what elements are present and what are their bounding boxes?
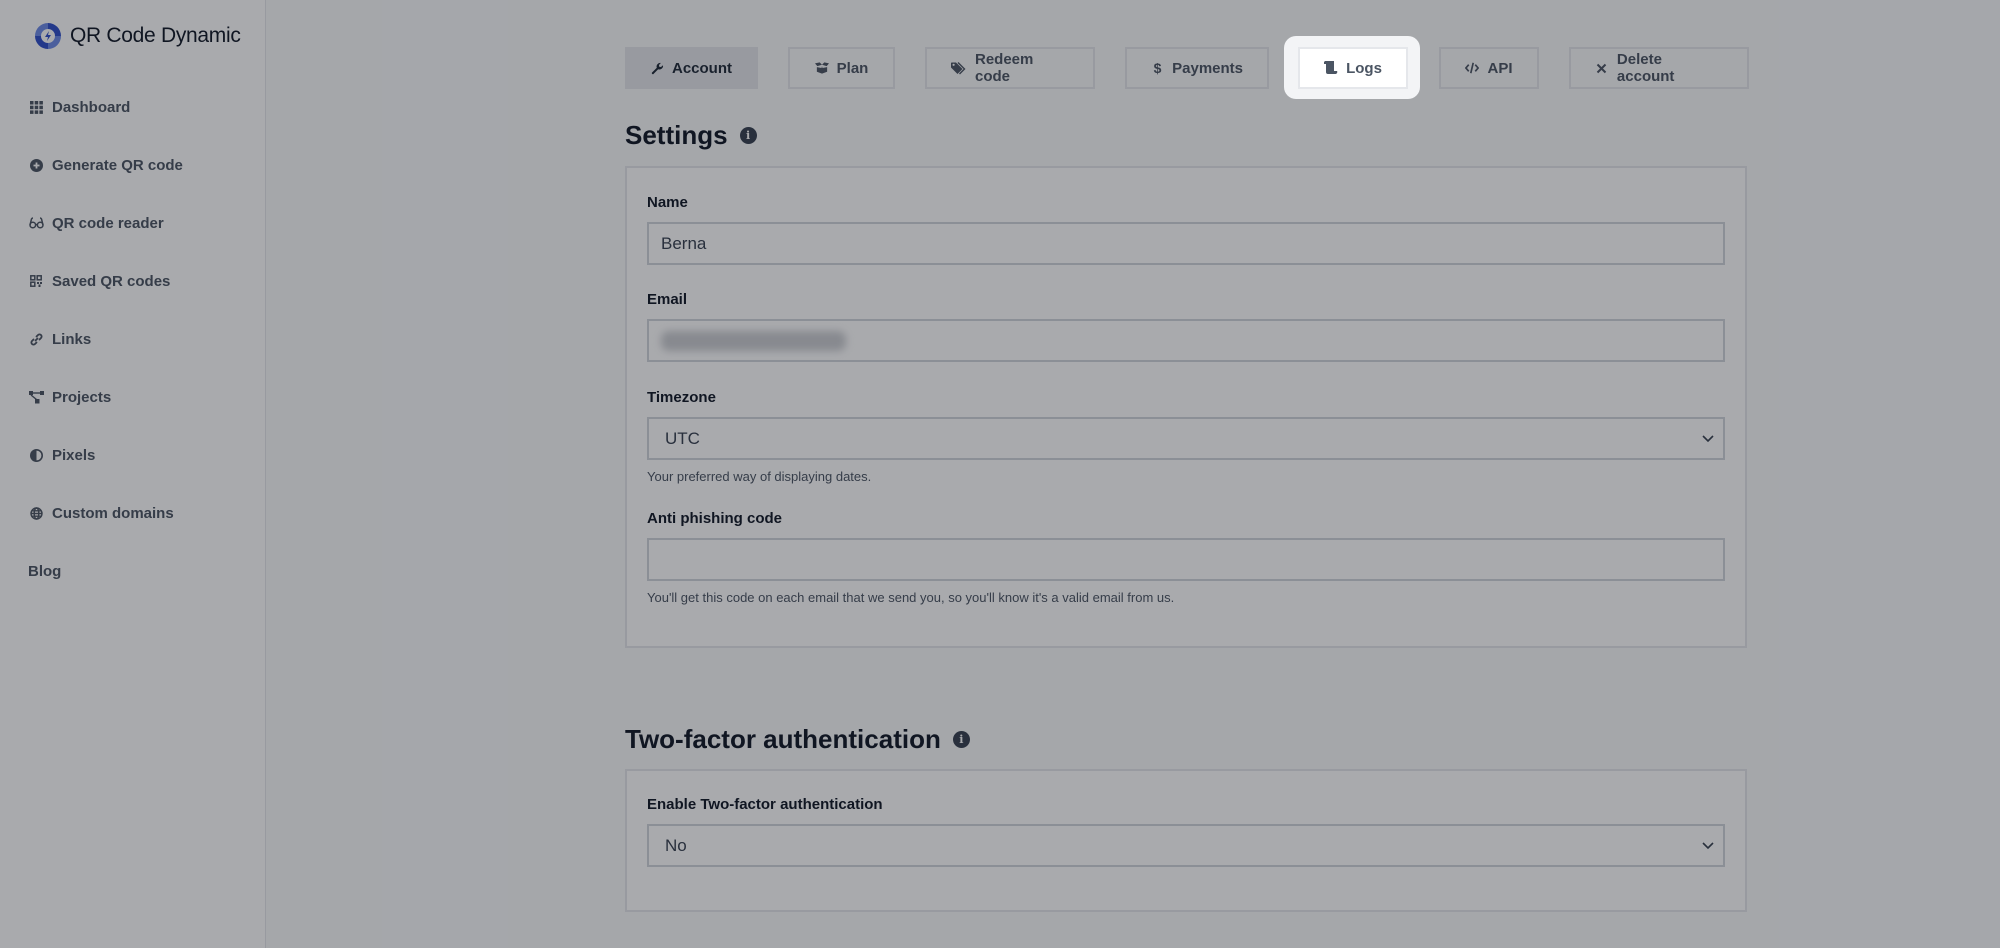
project-diagram-icon bbox=[28, 389, 44, 405]
tags-icon bbox=[951, 61, 967, 75]
code-icon bbox=[1465, 61, 1480, 75]
name-input[interactable]: Berna bbox=[647, 222, 1725, 265]
anti-phishing-field: Anti phishing code You'll get this code … bbox=[647, 510, 1725, 605]
times-icon bbox=[1595, 61, 1609, 75]
tab-payments[interactable]: $ Payments bbox=[1125, 47, 1269, 89]
brand-name: QR Code Dynamic bbox=[70, 24, 241, 47]
tab-label: Payments bbox=[1172, 59, 1243, 77]
sidebar-nav: Dashboard Generate QR code QR code reade… bbox=[28, 78, 183, 600]
sidebar-item-qr-code-reader[interactable]: QR code reader bbox=[28, 194, 183, 252]
settings-title: Settings bbox=[625, 120, 728, 150]
email-label: Email bbox=[647, 291, 688, 308]
sidebar-item-generate-qr-code[interactable]: Generate QR code bbox=[28, 136, 183, 194]
two-factor-card: Enable Two-factor authentication No bbox=[625, 769, 1747, 912]
sidebar: QR Code Dynamic Dashboard Generate QR co… bbox=[0, 0, 266, 948]
sidebar-item-label: Dashboard bbox=[52, 98, 131, 116]
two-factor-title: Two-factor authentication bbox=[625, 724, 941, 754]
chevron-down-icon bbox=[1702, 842, 1714, 850]
anti-phishing-help: You'll get this code on each email that … bbox=[647, 590, 1175, 605]
info-icon[interactable]: i bbox=[739, 127, 757, 144]
email-input[interactable] bbox=[647, 319, 1725, 362]
timezone-value: UTC bbox=[665, 428, 700, 448]
tab-account[interactable]: Account bbox=[625, 47, 758, 89]
tab-redeem-code[interactable]: Redeem code bbox=[925, 47, 1095, 89]
anti-phishing-label: Anti phishing code bbox=[647, 510, 782, 527]
glasses-icon bbox=[28, 215, 44, 231]
timezone-help: Your preferred way of displaying dates. bbox=[647, 469, 872, 484]
tab-label: Plan bbox=[836, 59, 869, 77]
tab-delete-account[interactable]: Delete account bbox=[1569, 47, 1749, 89]
settings-card: Name Berna Email Timezone UTC Your prefe… bbox=[625, 166, 1747, 648]
scroll-icon bbox=[1324, 61, 1338, 75]
qrcode-icon bbox=[28, 273, 44, 289]
dollar-icon: $ bbox=[1153, 60, 1162, 76]
email-value-redacted bbox=[661, 330, 846, 351]
tab-label: Redeem code bbox=[975, 51, 1034, 85]
brand-logo[interactable]: QR Code Dynamic bbox=[32, 20, 241, 52]
link-icon bbox=[28, 331, 44, 347]
sidebar-item-links[interactable]: Links bbox=[28, 310, 183, 368]
two-factor-select[interactable]: No bbox=[647, 824, 1725, 867]
adjust-icon bbox=[28, 447, 44, 463]
tab-label: Delete account bbox=[1616, 51, 1675, 85]
sidebar-item-label: Custom domains bbox=[52, 504, 174, 522]
grid-icon bbox=[28, 99, 44, 115]
sidebar-item-label: Links bbox=[52, 330, 92, 348]
two-factor-field: Enable Two-factor authentication No bbox=[647, 796, 1725, 867]
name-field: Name Berna bbox=[647, 194, 1725, 265]
chevron-down-icon bbox=[1702, 435, 1714, 443]
globe-icon bbox=[28, 505, 44, 521]
timezone-select[interactable]: UTC bbox=[647, 417, 1725, 460]
plus-circle-icon bbox=[28, 157, 44, 173]
name-label: Name bbox=[647, 194, 688, 211]
settings-heading: Settings i bbox=[625, 120, 757, 151]
timezone-label: Timezone bbox=[647, 389, 716, 406]
sidebar-item-pixels[interactable]: Pixels bbox=[28, 426, 183, 484]
box-open-icon bbox=[814, 61, 829, 75]
two-factor-value: No bbox=[665, 835, 687, 855]
sidebar-item-label: Generate QR code bbox=[52, 156, 183, 174]
tab-label: API bbox=[1487, 59, 1513, 77]
sidebar-item-label: Blog bbox=[28, 562, 62, 580]
wrench-icon bbox=[651, 61, 664, 75]
two-factor-label: Enable Two-factor authentication bbox=[647, 796, 883, 813]
sidebar-item-label: Pixels bbox=[52, 446, 96, 464]
sidebar-item-projects[interactable]: Projects bbox=[28, 368, 183, 426]
sidebar-item-label: QR code reader bbox=[52, 214, 164, 232]
qr-dynamic-logo-icon bbox=[35, 23, 61, 49]
anti-phishing-input[interactable] bbox=[647, 538, 1725, 581]
tab-logs-highlighted[interactable]: Logs bbox=[1298, 47, 1408, 89]
sidebar-item-label: Projects bbox=[52, 388, 112, 406]
sidebar-item-custom-domains[interactable]: Custom domains bbox=[28, 484, 183, 542]
tab-api[interactable]: API bbox=[1439, 47, 1539, 89]
sidebar-item-dashboard[interactable]: Dashboard bbox=[28, 78, 183, 136]
email-field: Email bbox=[647, 291, 1725, 362]
account-tabs: Account Plan Redeem code $ Payments Logs bbox=[625, 47, 1749, 89]
tab-label: Account bbox=[672, 59, 732, 77]
info-icon[interactable]: i bbox=[952, 731, 970, 748]
tab-label: Logs bbox=[1346, 59, 1382, 77]
sidebar-item-label: Saved QR codes bbox=[52, 272, 171, 290]
tab-plan[interactable]: Plan bbox=[788, 47, 895, 89]
two-factor-heading: Two-factor authentication i bbox=[625, 724, 970, 755]
timezone-field: Timezone UTC Your preferred way of displ… bbox=[647, 389, 1725, 484]
sidebar-item-saved-qr-codes[interactable]: Saved QR codes bbox=[28, 252, 183, 310]
sidebar-item-blog[interactable]: Blog bbox=[28, 542, 183, 600]
